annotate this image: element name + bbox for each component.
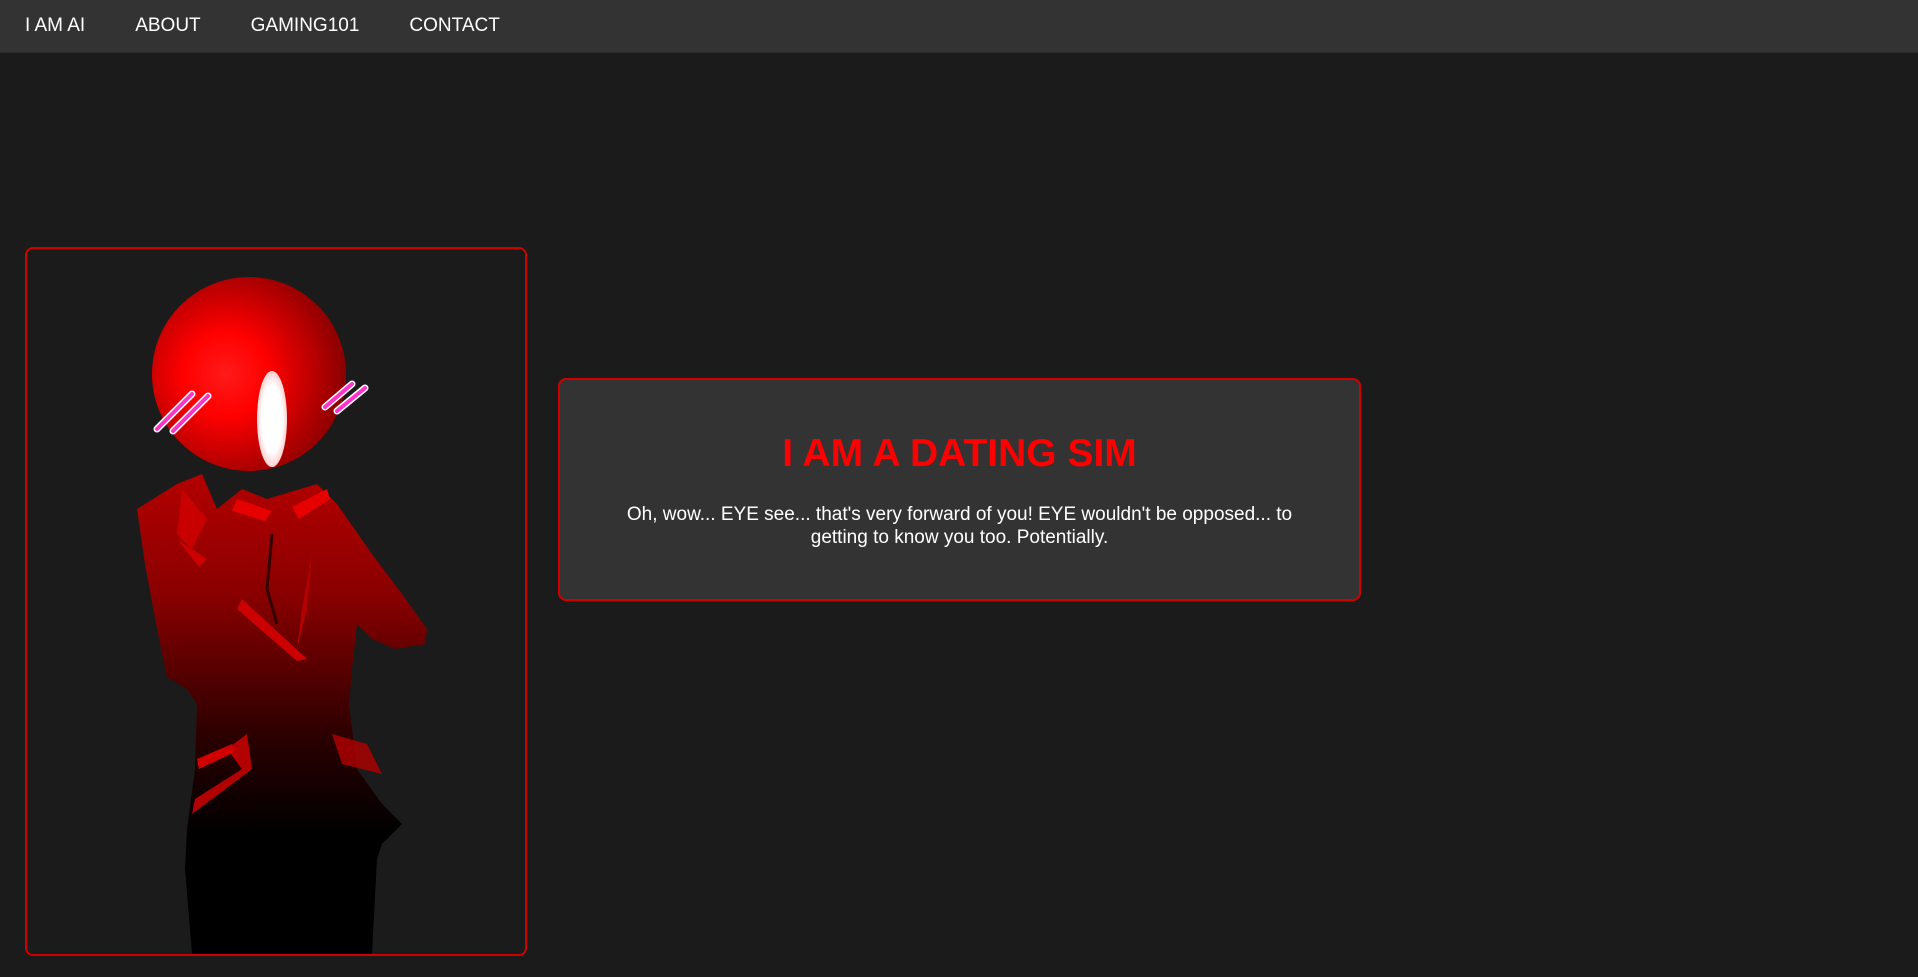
eye-head xyxy=(152,277,346,471)
nav-link-about[interactable]: ABOUT xyxy=(135,15,200,37)
nav-link-gaming101[interactable]: GAMING101 xyxy=(251,15,360,37)
character-portrait-frame xyxy=(25,247,527,956)
nav-link-i-am-ai[interactable]: I AM AI xyxy=(25,15,85,37)
dialog-text: Oh, wow... EYE see... that's very forwar… xyxy=(626,504,1293,548)
character-illustration xyxy=(137,277,427,954)
suit-body xyxy=(137,474,427,954)
dialog-box: I AM A DATING SIM Oh, wow... EYE see... … xyxy=(558,378,1361,601)
nav-link-contact[interactable]: CONTACT xyxy=(409,15,499,37)
dialog-title: I AM A DATING SIM xyxy=(782,432,1137,475)
top-navbar: I AM AI ABOUT GAMING101 CONTACT xyxy=(0,0,1918,53)
eye-icon xyxy=(257,371,287,467)
